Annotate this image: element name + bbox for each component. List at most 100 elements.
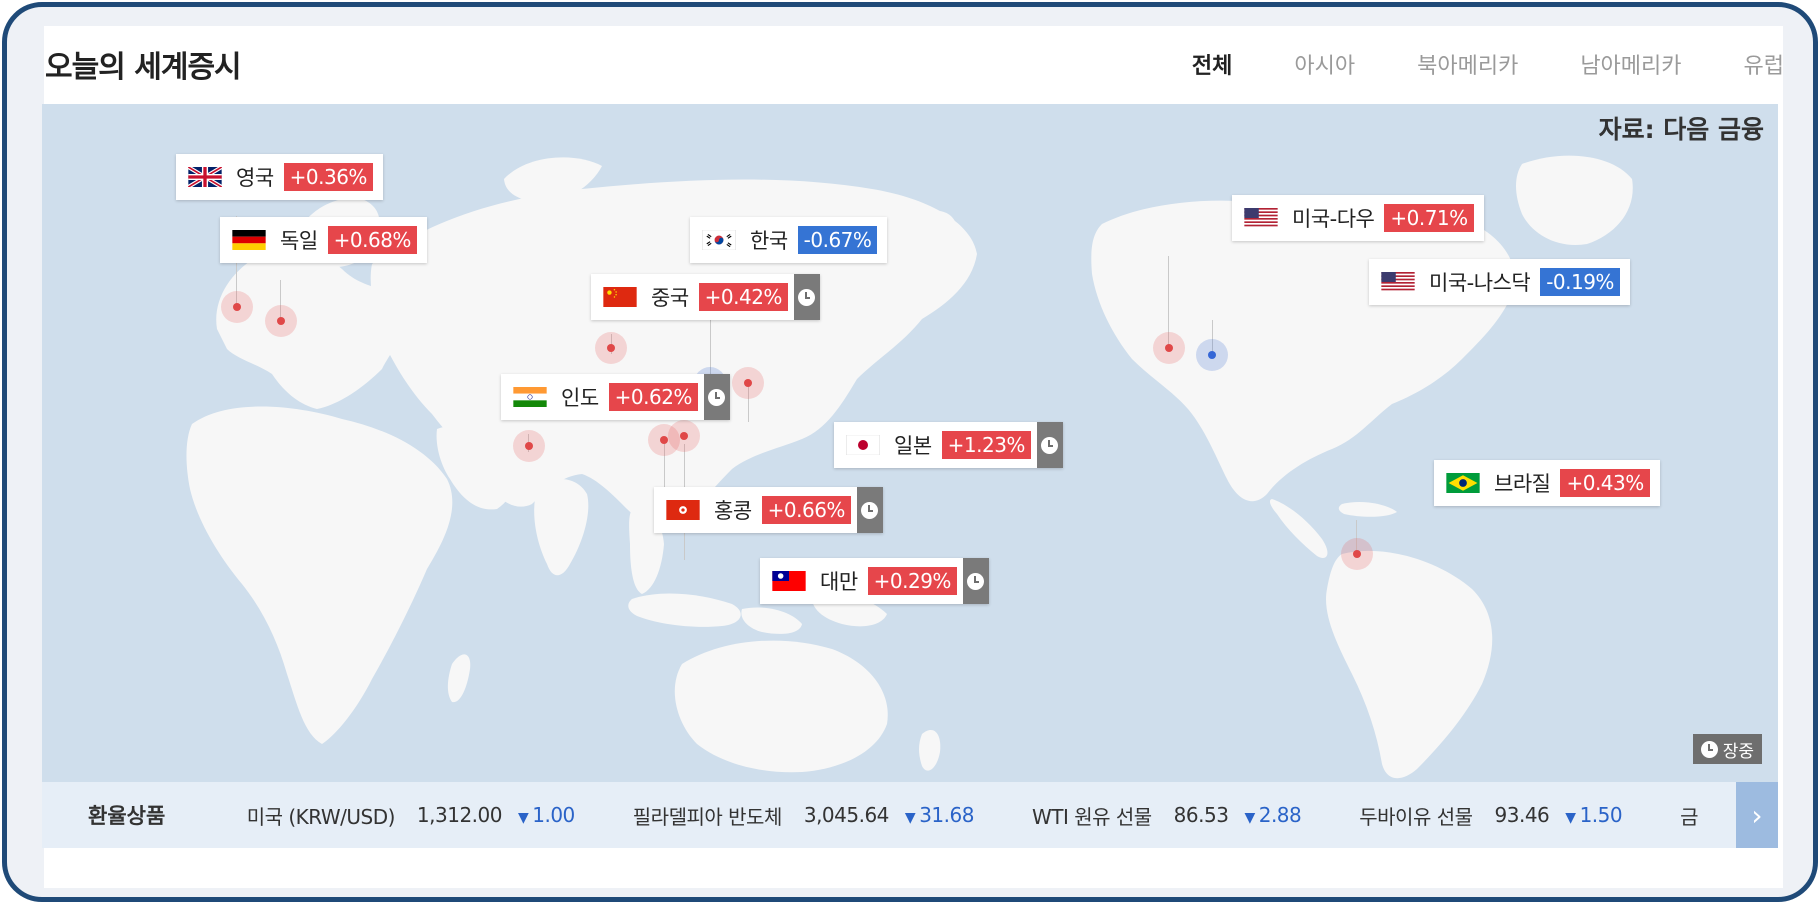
market-change: +0.71% — [1384, 204, 1474, 232]
market-country: 독일 — [280, 229, 318, 253]
page-title: 오늘의 세계증시 — [45, 50, 242, 85]
market-change: -0.67% — [797, 226, 878, 254]
market-country: 영국 — [236, 166, 274, 190]
market-label-germany[interactable]: 독일 +0.68% — [220, 217, 427, 263]
ticker-change: ▼ 1.50 — [1565, 803, 1623, 827]
ticker-name: 두바이유 선물 — [1359, 804, 1473, 829]
market-dot-germany[interactable] — [265, 305, 297, 337]
market-country: 일본 — [894, 434, 932, 458]
market-dot-uk[interactable] — [221, 291, 253, 323]
status-badge-label: 장중 — [1722, 741, 1754, 762]
market-label-brazil[interactable]: 브라질 +0.43% — [1434, 460, 1660, 506]
status-badge: 장중 — [1692, 734, 1762, 764]
tab-asia[interactable]: 아시아 — [1294, 48, 1355, 80]
market-open-indicator — [703, 374, 730, 420]
ticker-change: ▼ 31.68 — [904, 803, 975, 827]
market-label-dow[interactable]: 미국-다우 +0.71% — [1232, 195, 1484, 241]
ticker-item[interactable]: 금 — [1680, 801, 1720, 830]
tab-all[interactable]: 전체 — [1192, 48, 1232, 80]
market-label-korea[interactable]: 한국 -0.67% — [690, 217, 888, 263]
market-label-japan[interactable]: 일본 +1.23% — [834, 422, 1063, 468]
usa-flag-icon — [1244, 208, 1278, 228]
down-triangle-icon: ▼ — [1244, 810, 1255, 826]
market-dot-nasdaq[interactable] — [1196, 339, 1228, 371]
market-country: 대만 — [820, 570, 858, 594]
clock-icon — [1041, 436, 1059, 454]
market-country: 한국 — [750, 229, 788, 253]
clock-icon — [708, 388, 726, 406]
market-label-uk[interactable]: 영국 +0.36% — [176, 154, 383, 200]
market-change: +0.36% — [283, 163, 373, 191]
hongkong-flag-icon — [666, 500, 700, 520]
clock-icon — [1700, 740, 1718, 758]
region-tabs: 전체 아시아 북아메리카 남아메리카 유럽 — [1130, 48, 1784, 80]
market-change: -0.19% — [1540, 268, 1620, 296]
ticker-value: 3,045.64 — [803, 803, 890, 827]
india-flag-icon — [513, 387, 547, 407]
world-map: 자료: 다음 금융 영국 +0.36% 독일 +0.68% 한국 -0.67% … — [42, 104, 1778, 782]
market-country: 중국 — [651, 286, 689, 310]
uk-flag-icon — [188, 167, 222, 187]
market-open-indicator — [793, 274, 820, 320]
germany-flag-icon — [232, 230, 266, 250]
japan-flag-icon — [846, 435, 880, 455]
ticker-bar: 환율상품 미국 (KRW/USD) 1,312.00 ▼ 1.00 필라델피아 반… — [42, 782, 1778, 848]
brazil-flag-icon — [1446, 473, 1480, 493]
ticker-change: ▼ 1.00 — [517, 803, 575, 827]
down-triangle-icon: ▼ — [904, 810, 916, 826]
ticker-next-button[interactable]: › — [1736, 782, 1778, 848]
market-open-indicator — [856, 487, 883, 533]
data-source: 자료: 다음 금융 — [1598, 115, 1764, 144]
market-label-nasdaq[interactable]: 미국-나스닥 -0.19% — [1369, 259, 1630, 305]
ticker-value: 86.53 — [1173, 803, 1229, 827]
market-change: +0.42% — [698, 283, 788, 311]
ticker-name: WTI 원유 선물 — [1031, 804, 1152, 829]
ticker-value: 1,312.00 — [416, 803, 503, 827]
chevron-right-icon: › — [1751, 798, 1763, 832]
market-dot-india[interactable] — [513, 430, 545, 462]
market-open-indicator — [962, 558, 989, 604]
market-change: +0.29% — [867, 567, 957, 595]
clock-icon — [861, 501, 879, 519]
usa-flag-icon — [1381, 272, 1415, 292]
china-flag-icon — [603, 287, 637, 307]
clock-icon — [798, 288, 816, 306]
market-dot-dow[interactable] — [1153, 332, 1185, 364]
ticker-item[interactable]: 두바이유 선물 93.46 ▼ 1.50 — [1359, 801, 1622, 830]
ticker-title: 환율상품 — [88, 804, 166, 828]
ticker-name: 필라델피아 반도체 — [632, 804, 783, 829]
clock-icon — [967, 572, 985, 590]
tab-south-america[interactable]: 남아메리카 — [1580, 48, 1681, 80]
market-change: +0.43% — [1560, 469, 1650, 497]
ticker-item[interactable]: 미국 (KRW/USD) 1,312.00 ▼ 1.00 — [247, 801, 576, 830]
ticker-value: 93.46 — [1494, 803, 1550, 827]
market-country: 인도 — [561, 386, 599, 410]
ticker-item[interactable]: 필라델피아 반도체 3,045.64 ▼ 31.68 — [632, 801, 975, 830]
market-country: 홍콩 — [714, 499, 752, 523]
market-label-taiwan[interactable]: 대만 +0.29% — [760, 558, 989, 604]
market-dot-japan[interactable] — [732, 367, 764, 399]
down-triangle-icon: ▼ — [1565, 810, 1576, 826]
tab-north-america[interactable]: 북아메리카 — [1417, 48, 1518, 80]
ticker-name: 금 — [1680, 804, 1698, 829]
market-country: 미국-다우 — [1292, 207, 1375, 231]
market-label-hongkong[interactable]: 홍콩 +0.66% — [654, 487, 883, 533]
market-change: +0.62% — [608, 383, 698, 411]
market-dot-taiwan[interactable] — [668, 420, 700, 452]
korea-flag-icon — [702, 230, 736, 250]
market-label-india[interactable]: 인도 +0.62% — [501, 374, 730, 420]
market-country: 브라질 — [1494, 472, 1551, 496]
market-change: +1.23% — [941, 431, 1031, 459]
market-dot-china[interactable] — [595, 332, 627, 364]
tab-europe[interactable]: 유럽 — [1744, 48, 1784, 80]
market-country: 미국-나스닥 — [1429, 271, 1531, 295]
ticker-item[interactable]: WTI 원유 선물 86.53 ▼ 2.88 — [1031, 801, 1302, 830]
taiwan-flag-icon — [772, 571, 806, 591]
ticker-change: ▼ 2.88 — [1244, 803, 1302, 827]
market-change: +0.66% — [761, 496, 851, 524]
market-change: +0.68% — [327, 226, 417, 254]
market-dot-brazil[interactable] — [1341, 538, 1373, 570]
market-label-china[interactable]: 중국 +0.42% — [591, 274, 820, 320]
market-open-indicator — [1036, 422, 1063, 468]
down-triangle-icon: ▼ — [517, 810, 529, 826]
